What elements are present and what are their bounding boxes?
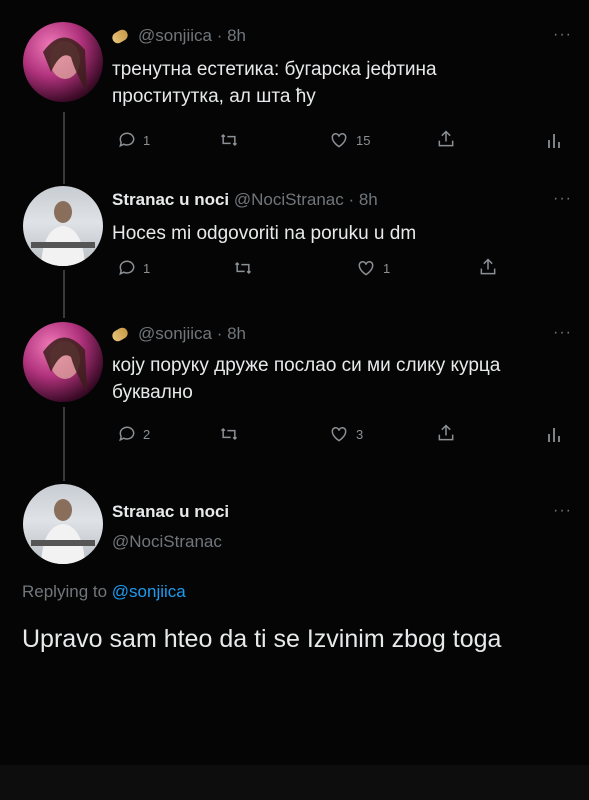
tweet-handle[interactable]: @sonjiica — [138, 26, 212, 45]
tweet[interactable]: Stranac u noci @NociStranac · 8h ··· Hoc… — [0, 186, 589, 296]
retweet-button[interactable] — [218, 424, 240, 444]
replying-to-link[interactable]: @sonjiica — [112, 582, 186, 601]
tweet-header: @sonjiica · 8h — [110, 26, 246, 46]
main-tweet-handle[interactable]: @NociStranac — [112, 532, 222, 552]
reply-button[interactable]: 2 — [117, 424, 150, 444]
share-button[interactable] — [436, 128, 456, 150]
retweet-icon — [220, 133, 238, 147]
like-button[interactable]: 3 — [328, 424, 363, 444]
like-count: 15 — [356, 132, 371, 148]
retweet-button[interactable] — [232, 258, 254, 278]
tweet-time[interactable]: · 8h — [217, 26, 246, 45]
share-icon — [438, 424, 454, 441]
tweet-display-name[interactable]: Stranac u noci — [112, 190, 229, 209]
avatar[interactable] — [23, 322, 103, 402]
analytics-icon — [548, 428, 560, 442]
tweet[interactable]: @sonjiica · 8h ··· коју поруку друже пос… — [0, 322, 589, 462]
like-count: 3 — [356, 426, 364, 442]
heart-icon — [331, 426, 347, 442]
tweet-handle[interactable]: @sonjiica — [138, 324, 212, 343]
reply-button[interactable]: 1 — [117, 258, 150, 278]
main-tweet-display-name[interactable]: Stranac u noci — [112, 502, 229, 522]
avatar[interactable] — [23, 484, 103, 564]
like-count: 1 — [383, 260, 391, 276]
reply-icon — [119, 132, 135, 148]
analytics-icon — [548, 134, 560, 148]
share-button[interactable] — [478, 256, 498, 278]
replying-to: Replying to @sonjiica — [22, 582, 186, 601]
share-icon — [480, 258, 496, 275]
retweet-icon — [220, 427, 238, 441]
pill-emoji-icon — [110, 27, 130, 46]
tweet-time[interactable]: · 8h — [348, 190, 377, 209]
tweet-handle[interactable]: @NociStranac — [234, 190, 344, 209]
tweet-header: @sonjiica · 8h — [110, 324, 246, 344]
tweet-text: Hoces mi odgovoriti na poruku u dm — [112, 223, 417, 244]
like-button[interactable]: 15 — [328, 130, 370, 150]
analytics-button[interactable] — [546, 130, 562, 150]
pill-emoji-icon — [110, 325, 130, 344]
main-tweet[interactable]: Stranac u noci @NociStranac ··· Replying… — [0, 484, 589, 714]
reply-count: 1 — [143, 132, 151, 148]
tweet-text: тренутна естетика: бугарска јефтина прос… — [112, 59, 437, 107]
tweet-header: Stranac u noci @NociStranac · 8h — [112, 190, 378, 210]
retweet-button[interactable] — [218, 130, 240, 150]
avatar[interactable] — [23, 22, 103, 102]
heart-icon — [358, 260, 374, 276]
bottom-bar — [0, 765, 589, 800]
tweet-time[interactable]: · 8h — [217, 324, 246, 343]
share-icon — [438, 130, 454, 147]
tweet-text: коју поруку друже послао си ми слику кур… — [112, 355, 501, 403]
reply-count: 1 — [143, 260, 151, 276]
more-options-icon[interactable]: ··· — [553, 26, 572, 44]
tweet[interactable]: @sonjiica · 8h ··· тренутна естетика: бу… — [0, 22, 589, 162]
more-options-icon[interactable]: ··· — [553, 190, 572, 208]
like-button[interactable]: 1 — [355, 258, 390, 278]
reply-icon — [119, 426, 135, 442]
retweet-icon — [234, 261, 252, 275]
more-options-icon[interactable]: ··· — [553, 502, 572, 520]
heart-icon — [331, 132, 347, 148]
analytics-button[interactable] — [546, 424, 562, 444]
reply-icon — [119, 260, 135, 276]
avatar[interactable] — [23, 186, 103, 266]
reply-button[interactable]: 1 — [117, 130, 150, 150]
share-button[interactable] — [436, 422, 456, 444]
more-options-icon[interactable]: ··· — [553, 324, 572, 342]
reply-count: 2 — [143, 426, 151, 442]
main-tweet-text: Upravo sam hteo da ti se Izvinim zbog to… — [22, 625, 502, 653]
